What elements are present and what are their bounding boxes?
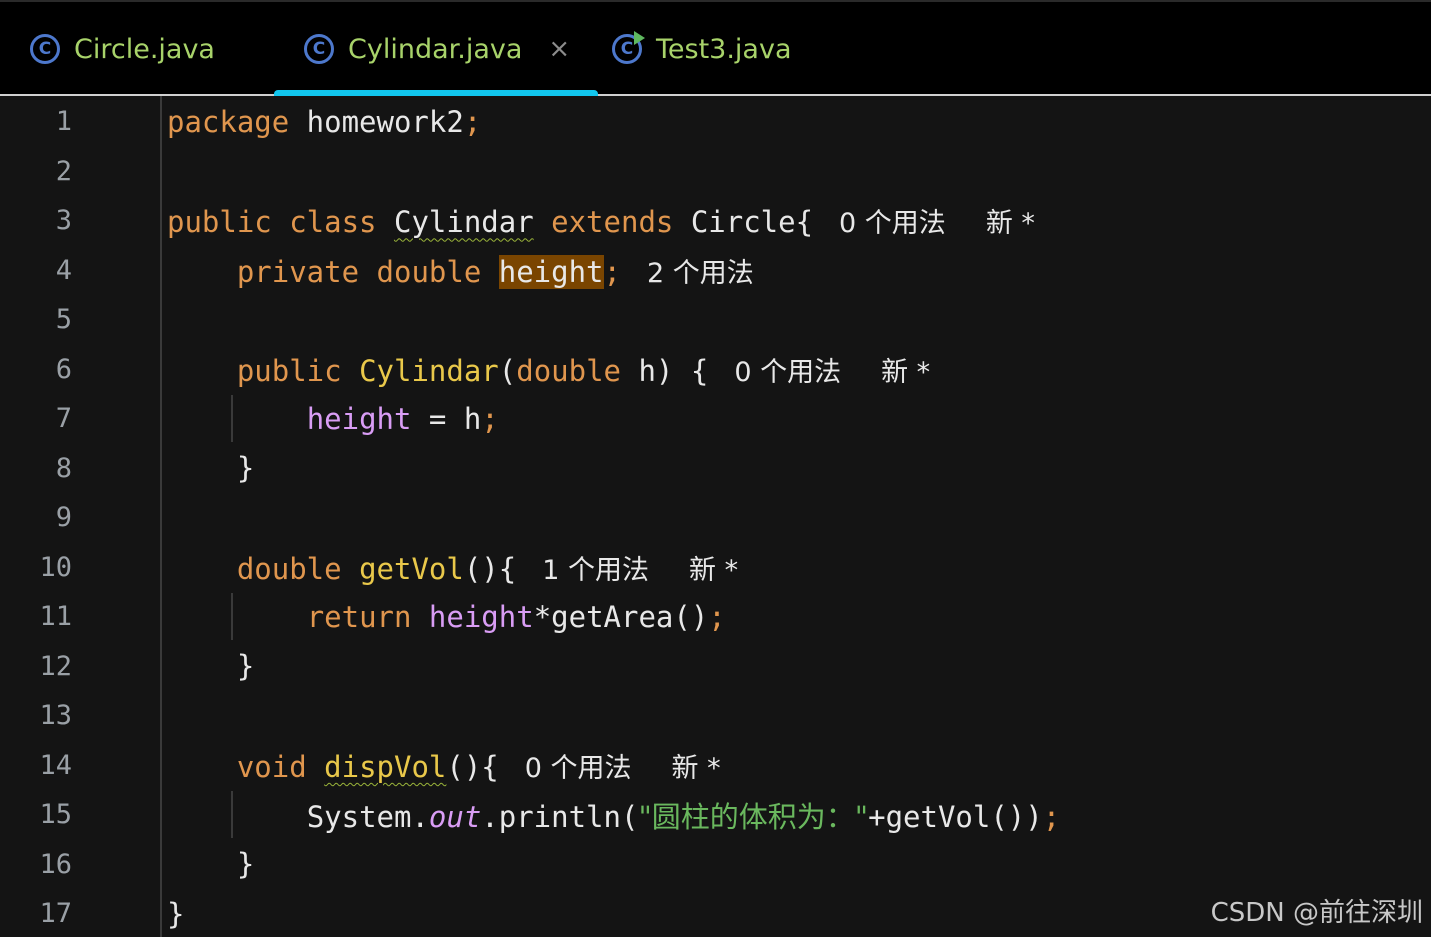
code-line: 5 <box>0 295 1431 345</box>
code-text: } <box>236 649 255 684</box>
line-number: 13 <box>39 700 72 732</box>
line-number: 4 <box>55 254 72 286</box>
code-text: } <box>236 451 255 486</box>
code-line: 6 public Cylindar(double h) {0 个用法新 * <box>0 345 1431 395</box>
line-number: 14 <box>39 749 72 781</box>
code-text: private double height; 2 个用法 <box>236 254 754 289</box>
line-number: 9 <box>55 502 72 534</box>
close-icon[interactable]: × <box>548 34 570 64</box>
line-number: 17 <box>39 898 72 930</box>
code-text: public Cylindar(double h) {0 个用法新 * <box>236 353 931 388</box>
line-number: 8 <box>55 452 72 484</box>
runnable-class-icon: C <box>612 31 645 64</box>
line-number: 3 <box>55 205 72 237</box>
line-number: 2 <box>55 155 72 187</box>
code-text: public class Cylindar extends Circle{0 个… <box>167 205 1035 240</box>
class-icon: C <box>30 34 60 64</box>
code-line: 13 <box>0 691 1431 741</box>
code-line: 14 void dispVol(){0 个用法新 * <box>0 741 1431 791</box>
tab-test3-java[interactable]: C Test3.java <box>612 2 792 96</box>
code-text: } <box>236 847 255 882</box>
code-line: 8 } <box>0 444 1431 494</box>
class-icon: C <box>304 34 334 64</box>
code-line: 15 System.out.println("圆柱的体积为："+getVol()… <box>0 790 1431 840</box>
code-text: } <box>167 896 185 931</box>
code-line: 2 <box>0 147 1431 197</box>
code-text: void dispVol(){0 个用法新 * <box>236 749 721 784</box>
code-line: 10 double getVol(){1 个用法新 * <box>0 543 1431 593</box>
line-number: 10 <box>39 551 72 583</box>
code-text: System.out.println("圆柱的体积为："+getVol()); <box>306 799 1061 834</box>
code-line: 16 } <box>0 840 1431 890</box>
tab-label: Test3.java <box>656 33 792 65</box>
editor-tab-bar: C Circle.java C Cylindar.java × C Test3.… <box>0 0 1431 98</box>
tab-label: Cylindar.java <box>348 33 523 65</box>
line-number: 7 <box>55 403 72 435</box>
line-number: 16 <box>39 848 72 880</box>
watermark: CSDN @前往深圳 <box>1210 898 1423 928</box>
code-text: height = h; <box>306 401 499 436</box>
code-line: 11 return height*getArea(); <box>0 592 1431 642</box>
code-line: 7 height = h; <box>0 394 1431 444</box>
highlighted-identifier: height <box>498 254 604 289</box>
line-number: 11 <box>39 601 72 633</box>
line-number: 6 <box>55 353 72 385</box>
code-text: package homework2; <box>167 104 482 139</box>
tab-cylindar-java[interactable]: C Cylindar.java × <box>273 2 599 98</box>
code-editor[interactable]: 1 package homework2; 2 3 public class Cy… <box>0 96 1431 937</box>
code-text: return height*getArea(); <box>306 599 726 634</box>
usage-hint[interactable]: 2 个用法 <box>647 258 754 289</box>
code-line: 3 public class Cylindar extends Circle{0… <box>0 196 1431 246</box>
tab-label: Circle.java <box>74 33 215 65</box>
code-line: 4 private double height; 2 个用法 <box>0 246 1431 296</box>
usage-hint[interactable]: 1 个用法新 * <box>542 555 738 586</box>
code-line: 9 <box>0 493 1431 543</box>
usage-hint[interactable]: 0 个用法新 * <box>525 753 721 784</box>
code-line: 12 } <box>0 642 1431 692</box>
line-number: 15 <box>39 799 72 831</box>
usage-hint[interactable]: 0 个用法新 * <box>734 357 930 388</box>
line-number: 1 <box>55 106 72 138</box>
tab-circle-java[interactable]: C Circle.java <box>30 2 215 96</box>
ide-window: C Circle.java C Cylindar.java × C Test3.… <box>0 0 1431 937</box>
usage-hint[interactable]: 0 个用法新 * <box>839 208 1035 239</box>
code-line: 1 package homework2; <box>0 97 1431 147</box>
code-text: double getVol(){1 个用法新 * <box>236 551 739 586</box>
line-number: 12 <box>39 650 72 682</box>
line-number: 5 <box>55 304 72 336</box>
